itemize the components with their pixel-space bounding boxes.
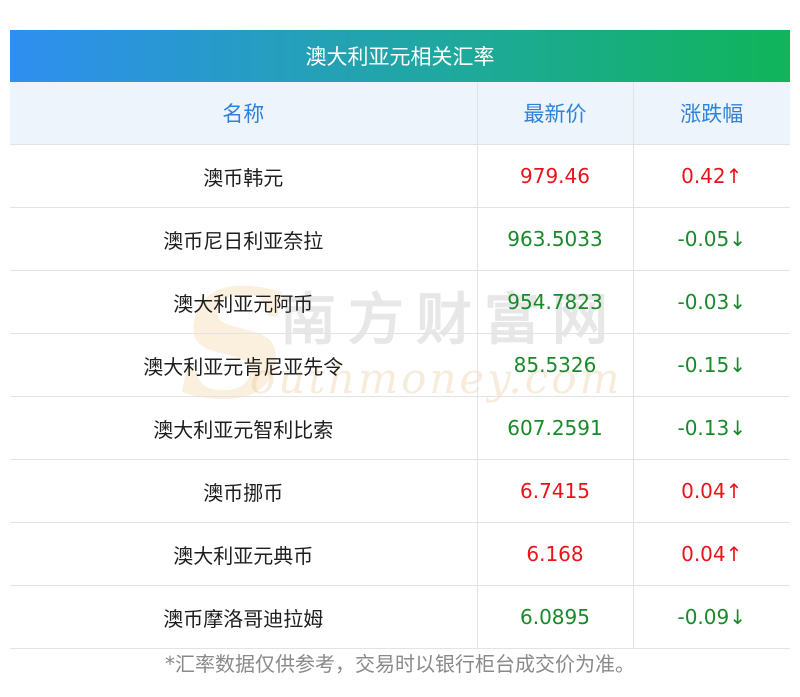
currency-pair-name: 澳币尼日利亚奈拉 <box>10 207 477 271</box>
table-row: 澳大利亚元肯尼亚先令 85.5326 -0.15↓ <box>10 333 790 397</box>
currency-pair-name: 澳大利亚元典币 <box>10 522 477 586</box>
currency-pair-name: 澳币挪币 <box>10 459 477 523</box>
table-row: 澳大利亚元阿币 954.7823 -0.03↓ <box>10 270 790 334</box>
header-row: 名称 最新价 涨跌幅 <box>10 82 790 145</box>
latest-price: 6.0895 <box>476 585 633 649</box>
table-row: 澳币挪币 6.7415 0.04↑ <box>10 459 790 523</box>
change-percent: -0.09↓ <box>632 585 790 649</box>
latest-price: 954.7823 <box>476 270 633 334</box>
currency-pair-name: 澳币韩元 <box>10 144 477 208</box>
latest-price: 85.5326 <box>476 333 633 397</box>
column-header-price: 最新价 <box>476 82 633 145</box>
change-percent: -0.03↓ <box>632 270 790 334</box>
change-percent: 0.04↑ <box>632 459 790 523</box>
latest-price: 6.7415 <box>476 459 633 523</box>
column-header-change: 涨跌幅 <box>632 82 790 145</box>
latest-price: 6.168 <box>476 522 633 586</box>
table-row: 澳币韩元 979.46 0.42↑ <box>10 144 790 208</box>
exchange-rate-table: 澳大利亚元相关汇率 名称 最新价 涨跌幅 澳币韩元 979.46 0.42↑ 澳币尼日… <box>10 30 790 649</box>
currency-pair-name: 澳大利亚元肯尼亚先令 <box>10 333 477 397</box>
currency-pair-name: 澳大利亚元智利比索 <box>10 396 477 460</box>
table-row: 澳大利亚元智利比索 607.2591 -0.13↓ <box>10 396 790 460</box>
currency-pair-name: 澳币摩洛哥迪拉姆 <box>10 585 477 649</box>
table-title: 澳大利亚元相关汇率 <box>10 30 790 82</box>
currency-pair-name: 澳大利亚元阿币 <box>10 270 477 334</box>
column-header-name: 名称 <box>10 82 477 145</box>
change-percent: -0.13↓ <box>632 396 790 460</box>
change-percent: 0.04↑ <box>632 522 790 586</box>
latest-price: 963.5033 <box>476 207 633 271</box>
change-percent: -0.05↓ <box>632 207 790 271</box>
latest-price: 979.46 <box>476 144 633 208</box>
table-row: 澳币尼日利亚奈拉 963.5033 -0.05↓ <box>10 207 790 271</box>
table-row: 澳大利亚元典币 6.168 0.04↑ <box>10 522 790 586</box>
change-percent: 0.42↑ <box>632 144 790 208</box>
disclaimer-footnote: *汇率数据仅供参考，交易时以银行柜台成交价为准。 <box>165 652 635 676</box>
latest-price: 607.2591 <box>476 396 633 460</box>
rate-table: 名称 最新价 涨跌幅 澳币韩元 979.46 0.42↑ 澳币尼日利亚奈拉 963.50… <box>10 82 790 649</box>
table-row: 澳币摩洛哥迪拉姆 6.0895 -0.09↓ <box>10 585 790 649</box>
change-percent: -0.15↓ <box>632 333 790 397</box>
